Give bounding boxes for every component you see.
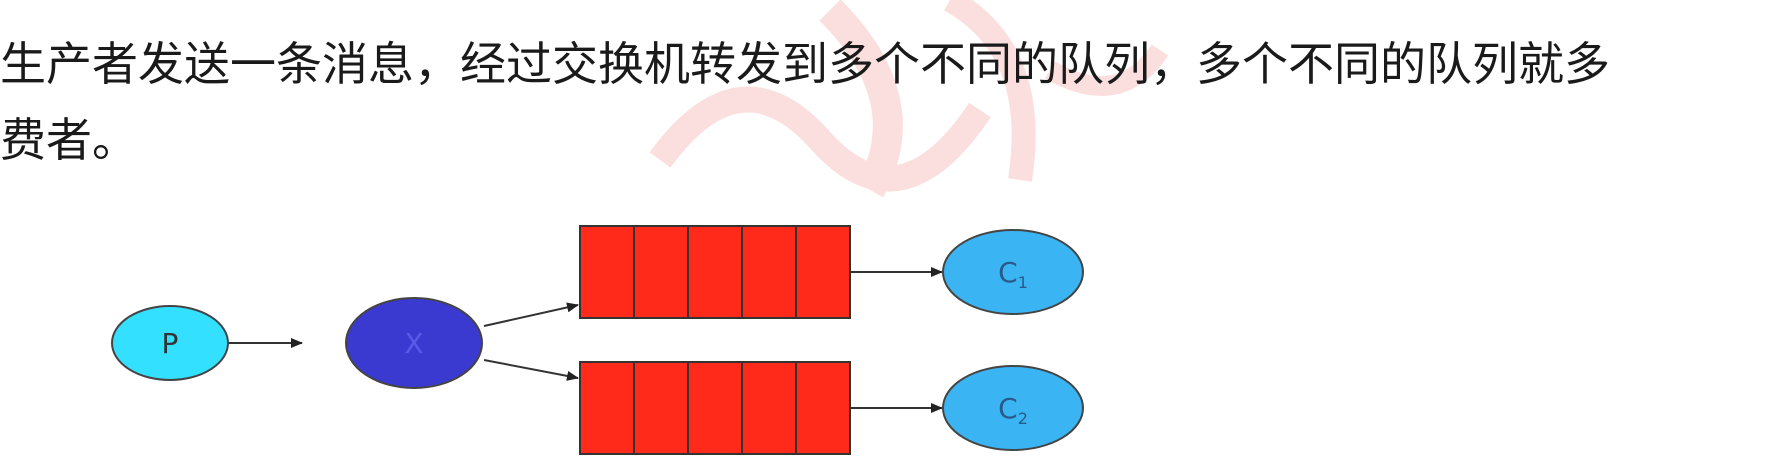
queue-2 [579, 361, 851, 455]
producer-node: P [111, 305, 229, 381]
queue-1 [579, 225, 851, 319]
consumer-2-node: C2 [942, 365, 1084, 451]
fanout-diagram: P X C1 C2 [111, 225, 1084, 455]
queue-2-slot [741, 361, 797, 455]
queue-2-slot [795, 361, 851, 455]
consumer-1-node: C1 [942, 229, 1084, 315]
producer-label: P [162, 327, 179, 360]
exchange-label: X [404, 327, 423, 360]
page: 生产者发送一条消息，经过交换机转发到多个不同的队列，多个不同的队列就多 费者。 … [0, 0, 1768, 473]
exchange-node: X [345, 297, 483, 389]
arrow-exchange-to-queue-1 [483, 302, 579, 327]
consumer-2-base: C [998, 392, 1018, 425]
queue-1-slot [633, 225, 689, 319]
queue-2-slot [687, 361, 743, 455]
consumer-1-sub: 1 [1018, 273, 1028, 292]
queue-1-slot [687, 225, 743, 319]
queue-2-slot [579, 361, 635, 455]
consumer-2-sub: 2 [1018, 409, 1028, 428]
consumer-1-base: C [998, 256, 1018, 289]
queue-1-slot [741, 225, 797, 319]
queue-1-slot [579, 225, 635, 319]
queue-1-slot [795, 225, 851, 319]
arrow-exchange-to-queue-2 [483, 359, 579, 381]
queue-2-slot [633, 361, 689, 455]
